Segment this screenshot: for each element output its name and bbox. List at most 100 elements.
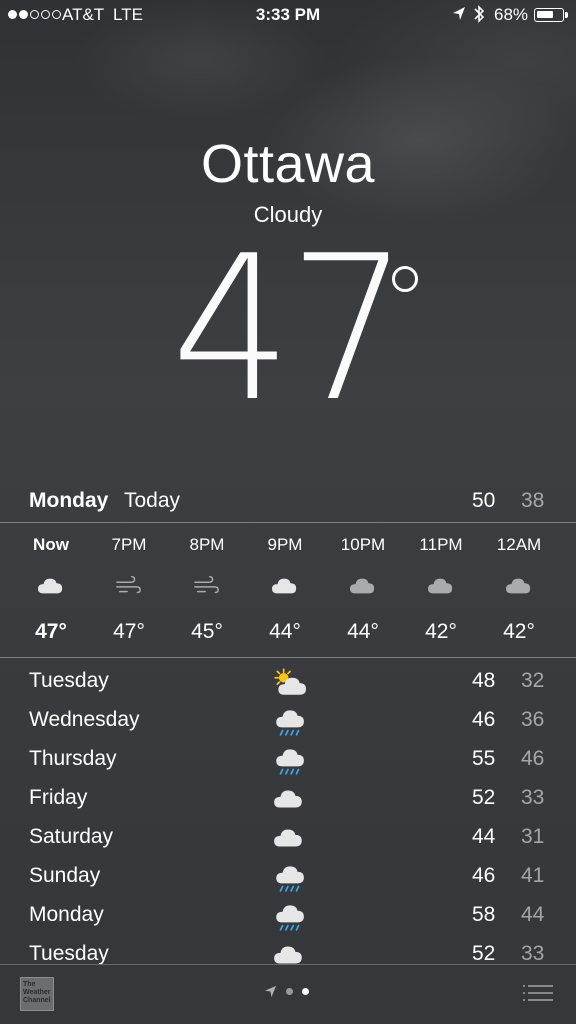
daily-icon: [272, 784, 306, 814]
hour-temp: 45°: [191, 620, 223, 643]
daily-icon: [272, 667, 306, 697]
location-arrow-icon: [453, 7, 465, 20]
daily-day-name: Tuesday: [29, 669, 109, 692]
page-dot: [286, 988, 293, 995]
daily-high: 46: [472, 864, 496, 887]
partly-sunny-icon: [274, 668, 306, 695]
daily-icon: [272, 823, 306, 853]
daily-day-name: Tuesday: [29, 942, 109, 965]
hour-temp: 47°: [35, 620, 67, 643]
hour-icon: [426, 573, 456, 599]
daily-row: Friday 52 33: [0, 780, 576, 819]
daily-low: 44: [521, 903, 545, 926]
hourly-forecast[interactable]: Now 47° 7PM 47° 8PM 45° 9PM 44° 10PM 44° 11PM 42° 12…: [0, 527, 576, 655]
daily-icon: [272, 901, 306, 931]
hour-time: Now: [33, 535, 69, 554]
hour-temp: 42°: [503, 620, 535, 643]
divider: [0, 657, 576, 658]
city-name: Ottawa: [200, 134, 376, 194]
today-summary-row: Monday Today 50 38: [0, 489, 576, 521]
hour-time: 9PM: [267, 535, 303, 554]
hour-temp: 44°: [347, 620, 379, 643]
logo-text-line: Weather: [23, 989, 51, 996]
daily-row: Monday 58 44: [0, 897, 576, 936]
page-dot-active: [302, 988, 309, 995]
hour-time: 12AM: [496, 535, 542, 554]
daily-row: Thursday 55 46: [0, 741, 576, 780]
rain-cloud-icon: [276, 866, 304, 892]
daily-day-name: Friday: [29, 786, 88, 809]
hour-icon: [504, 573, 534, 599]
battery-percent: 68%: [494, 5, 529, 24]
daily-day-name: Sunday: [29, 864, 101, 887]
today-low: 38: [521, 489, 545, 512]
hour-time: 8PM: [189, 535, 225, 554]
daily-low: 41: [521, 864, 545, 887]
wind-icon: [116, 575, 141, 594]
bottom-toolbar: The Weather Channel: [0, 964, 576, 1024]
cloud-night-icon: [506, 578, 531, 594]
daily-low: 32: [521, 669, 545, 692]
hour-time: 7PM: [111, 535, 147, 554]
daily-low: 46: [521, 747, 545, 770]
hour-icon: [348, 573, 378, 599]
daily-high: 58: [472, 903, 496, 926]
logo-text-line: The: [23, 981, 36, 988]
hour-temp: 47°: [113, 620, 145, 643]
daily-high: 44: [472, 825, 496, 848]
hour-temp: 44°: [269, 620, 301, 643]
cloud-icon: [38, 578, 63, 594]
divider: [0, 522, 576, 523]
daily-day-name: Wednesday: [29, 708, 140, 731]
status-bar: AT&T LTE 3:33 PM 68%: [0, 0, 576, 30]
daily-low: 33: [521, 942, 545, 965]
list-icon[interactable]: [522, 983, 554, 1003]
cloud-icon: [274, 790, 302, 808]
today-day-name: Monday: [29, 489, 109, 512]
daily-high: 46: [472, 708, 496, 731]
location-arrow-icon: [264, 985, 277, 998]
hour-icon: [192, 573, 222, 599]
cloud-night-icon: [428, 578, 453, 594]
daily-high: 55: [472, 747, 496, 770]
logo-text-line: Channel: [23, 997, 51, 1004]
daily-icon: [272, 745, 306, 775]
hour-temp: 42°: [425, 620, 457, 643]
daily-day-name: Monday: [29, 903, 104, 926]
hour-icon: [270, 573, 300, 599]
wind-icon: [194, 575, 219, 594]
hour-time: 10PM: [340, 535, 386, 554]
weather-channel-logo[interactable]: The Weather Channel: [20, 977, 54, 1011]
daily-row: Sunday 46 41: [0, 858, 576, 897]
battery-icon: [534, 8, 568, 22]
rain-cloud-icon: [276, 749, 304, 775]
daily-row: Saturday 44 31: [0, 819, 576, 858]
degree-symbol: [392, 266, 418, 292]
cloud-night-icon: [350, 578, 375, 594]
daily-icon: [272, 862, 306, 892]
daily-high: 52: [472, 786, 496, 809]
daily-low: 33: [521, 786, 545, 809]
bluetooth-icon: [474, 5, 485, 23]
today-label: Today: [124, 489, 181, 512]
status-time: 3:33 PM: [255, 5, 321, 24]
rain-cloud-icon: [276, 710, 304, 736]
daily-day-name: Saturday: [29, 825, 114, 848]
today-high: 50: [472, 489, 496, 512]
page-indicator[interactable]: [264, 985, 309, 998]
daily-low: 31: [521, 825, 545, 848]
rain-cloud-icon: [276, 905, 304, 931]
daily-low: 36: [521, 708, 545, 731]
current-temperature: 47: [170, 213, 409, 446]
daily-row: Wednesday 46 36: [0, 702, 576, 741]
daily-day-name: Thursday: [29, 747, 117, 770]
daily-icon: [272, 706, 306, 736]
daily-high: 52: [472, 942, 496, 965]
daily-row: Tuesday 48 32: [0, 663, 576, 702]
hour-icon: [114, 573, 144, 599]
hour-icon: [36, 573, 66, 599]
hour-time: 11PM: [419, 535, 463, 554]
daily-high: 48: [472, 669, 496, 692]
cloud-icon: [274, 829, 302, 847]
cloud-icon: [272, 578, 297, 594]
